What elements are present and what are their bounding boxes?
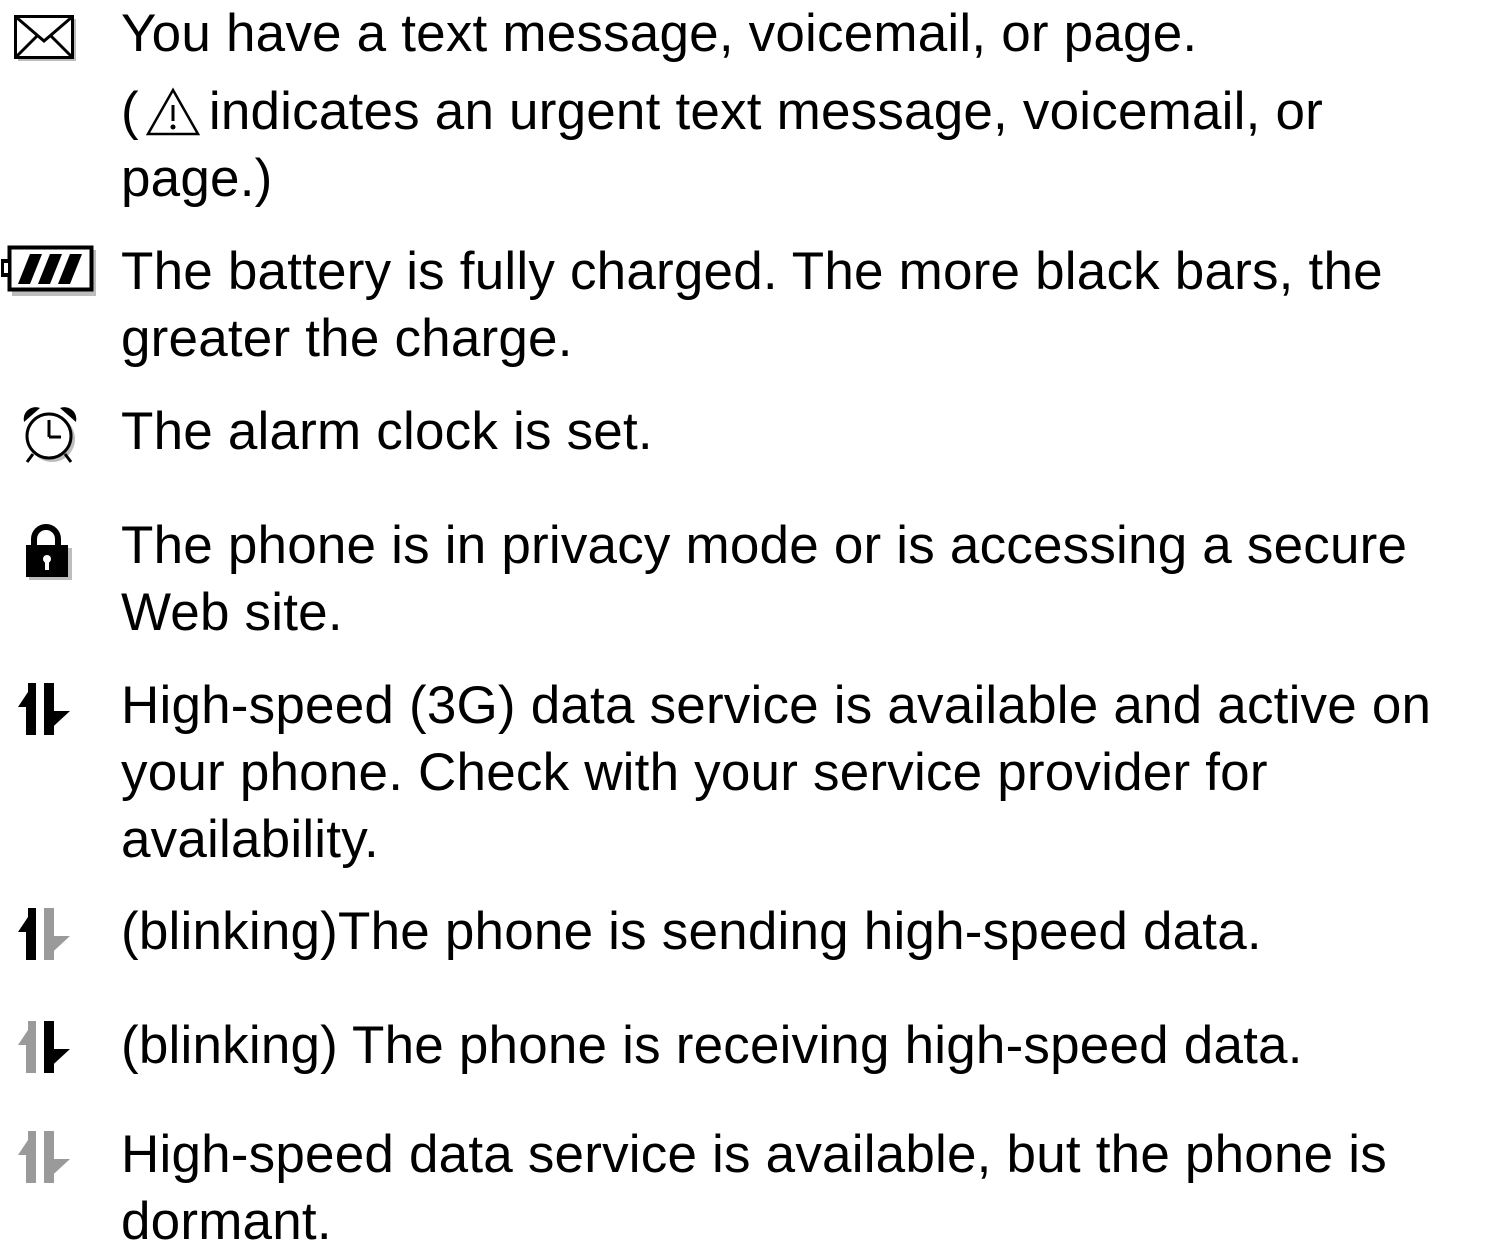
privacy-line-2: Web site.	[121, 583, 343, 642]
data-dormant-description: High-speed data service is available, bu…	[121, 1121, 1491, 1255]
data-dormant-arrows-icon	[18, 1131, 70, 1183]
battery-line-2: greater the charge.	[121, 309, 573, 368]
message-line-3: page.)	[121, 149, 273, 208]
data-active-line-3: availability.	[121, 810, 379, 869]
data-receiving-arrows-icon	[18, 1021, 70, 1073]
alarm-clock-icon	[23, 407, 77, 463]
open-paren: (	[121, 82, 139, 141]
data-receiving-description: (blinking) The phone is receiving high-s…	[121, 1012, 1491, 1079]
data-active-arrows-icon	[18, 683, 70, 735]
envelope-icon	[14, 15, 76, 61]
data-receiving-line-1: (blinking) The phone is receiving high-s…	[121, 1016, 1303, 1075]
data-sending-line-1: (blinking)The phone is sending high-spee…	[121, 902, 1262, 961]
data-sending-description: (blinking)The phone is sending high-spee…	[121, 898, 1491, 965]
data-active-description: High-speed (3G) data service is availabl…	[121, 672, 1491, 873]
message-description: You have a text message, voicemail, or p…	[121, 0, 1491, 212]
data-active-line-2: your phone. Check with your service prov…	[121, 743, 1268, 802]
padlock-icon	[26, 524, 72, 580]
message-line-2: ( indicates an urgent text message, voic…	[121, 78, 1491, 145]
privacy-line-1: The phone is in privacy mode or is acces…	[121, 516, 1408, 575]
urgent-note: indicates an urgent text message, voicem…	[208, 82, 1323, 141]
data-active-line-1: High-speed (3G) data service is availabl…	[121, 676, 1432, 735]
alarm-line-1: The alarm clock is set.	[121, 402, 653, 461]
battery-line-1: The battery is fully charged. The more b…	[121, 242, 1383, 301]
data-sending-arrows-icon	[18, 908, 70, 960]
battery-full-icon	[1, 245, 96, 296]
data-dormant-line-2: dormant.	[121, 1192, 332, 1251]
message-line-1: You have a text message, voicemail, or p…	[121, 4, 1198, 63]
battery-description: The battery is fully charged. The more b…	[121, 238, 1491, 372]
privacy-description: The phone is in privacy mode or is acces…	[121, 512, 1491, 646]
data-dormant-line-1: High-speed data service is available, bu…	[121, 1125, 1387, 1184]
warning-triangle-icon	[145, 87, 201, 136]
alarm-description: The alarm clock is set.	[121, 398, 1491, 465]
